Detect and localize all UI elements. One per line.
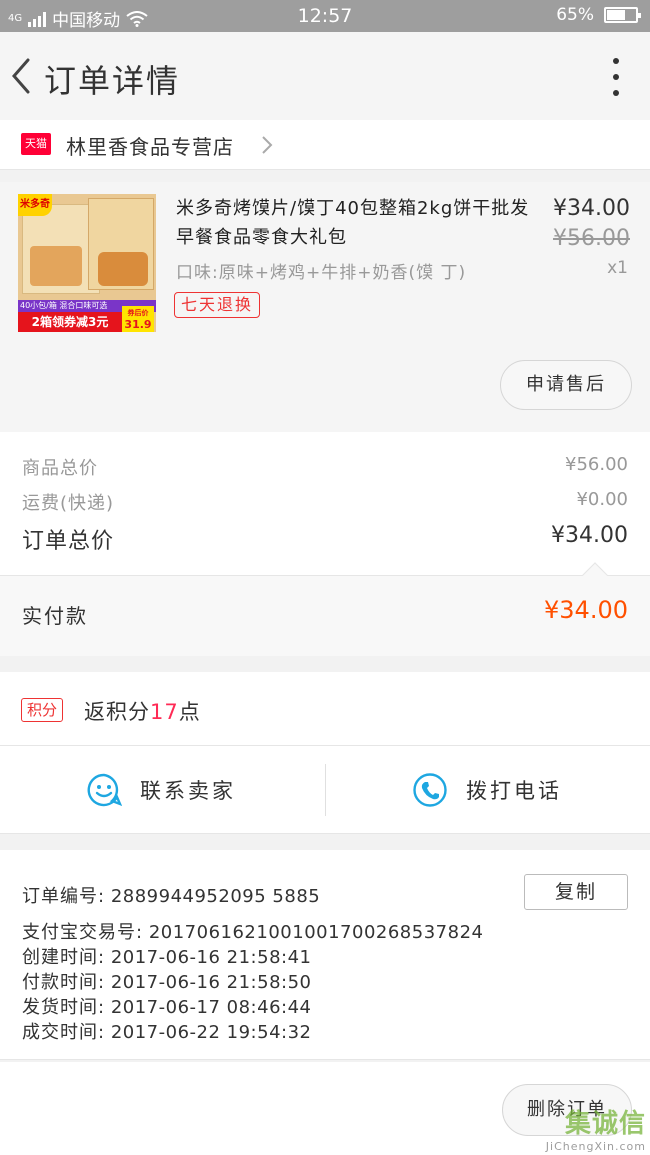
shipping-value: ¥0.00 (576, 489, 628, 510)
goods-total-label: 商品总价 (22, 458, 98, 479)
created-time-label: 创建时间: (22, 947, 106, 968)
rusk-graphic (30, 246, 82, 286)
alipay-trade-value: 2017061621001001700268537824 (148, 922, 484, 943)
completed-time-label: 成交时间: (22, 1022, 106, 1043)
product-quantity: x1 (607, 258, 628, 278)
contact-bar: 联系卖家 拨打电话 (0, 746, 650, 834)
chat-smile-icon (87, 773, 122, 807)
completed-time-value: 2017-06-22 19:54:32 (110, 1022, 312, 1043)
completed-time-row: 成交时间: 2017-06-22 19:54:32 (22, 1018, 311, 1044)
contact-seller-label: 联系卖家 (140, 779, 236, 803)
alipay-trade-row: 支付宝交易号: 2017061621001001700268537824 (22, 918, 483, 944)
footer-bar: 删除订单 集诚信 JiChengXin.com (0, 1062, 650, 1155)
phone-icon (413, 773, 447, 807)
created-time-value: 2017-06-16 21:58:41 (110, 947, 312, 968)
order-total-row: 订单总价 ¥34.00 (22, 523, 628, 555)
order-total-value: ¥34.00 (551, 523, 628, 548)
image-promo-text: 2箱领券减3元 (18, 312, 122, 332)
alipay-trade-label: 支付宝交易号: (22, 922, 144, 943)
order-number-row: 订单编号: 2889944952095 5885 (22, 882, 320, 908)
status-bar: 4G 中国移动 12:57 65% (0, 0, 650, 32)
paid-label: 实付款 (22, 604, 88, 628)
points-value: 17 (150, 700, 179, 724)
shipped-time-label: 发货时间: (22, 997, 106, 1018)
watermark: 集诚信 JiChengXin.com (546, 1103, 646, 1153)
battery-percent: 65% (556, 5, 594, 25)
goods-total-value: ¥56.00 (565, 454, 628, 475)
paid-value: ¥34.00 (544, 596, 628, 624)
rusk-graphic-2 (98, 252, 148, 286)
battery-level (607, 10, 626, 20)
contact-seller-button[interactable]: 联系卖家 (86, 746, 236, 834)
brand-badge: 米多奇 (18, 194, 52, 216)
shipping-label: 运费(快递) (22, 493, 115, 514)
contact-divider (325, 764, 326, 816)
image-price-tag: 券后价 31.9 (122, 306, 154, 332)
order-info: 订单编号: 2889944952095 5885 复制 支付宝交易号: 2017… (0, 850, 650, 1060)
shipped-time-row: 发货时间: 2017-06-17 08:46:44 (22, 993, 311, 1019)
chevron-right-icon[interactable] (258, 132, 276, 158)
shop-name[interactable]: 林里香食品专营店 (66, 131, 234, 160)
order-number-value: 2889944952095 5885 (110, 886, 321, 907)
chevron-left-icon[interactable] (6, 54, 36, 98)
shipping-row: 运费(快递) ¥0.00 (22, 489, 628, 515)
copy-button[interactable]: 复制 (524, 874, 628, 910)
points-badge: 积分 (21, 698, 64, 722)
price-summary: 商品总价 ¥56.00 运费(快递) ¥0.00 订单总价 ¥34.00 实付款… (0, 432, 650, 656)
paid-time-label: 付款时间: (22, 972, 106, 993)
product-image[interactable]: 米多奇 40小包/箱 混合口味可选 2箱领券减3元 券后价 31.9 (18, 194, 156, 332)
points-suffix: 点 (178, 700, 201, 724)
more-vertical-icon[interactable] (608, 58, 624, 96)
watermark-title: 集诚信 (564, 1109, 646, 1139)
goods-total-row: 商品总价 ¥56.00 (22, 454, 628, 480)
shop-row[interactable]: 天猫 林里香食品专营店 (0, 120, 650, 170)
call-phone-button[interactable]: 拨打电话 (412, 746, 562, 834)
clock: 12:57 (297, 5, 353, 27)
watermark-url: JiChengXin.com (545, 1140, 646, 1153)
paid-row: 实付款 ¥34.00 (0, 562, 650, 656)
product-item[interactable]: 米多奇 40小包/箱 混合口味可选 2箱领券减3元 券后价 31.9 米多奇烤馍… (0, 182, 650, 432)
product-title[interactable]: 米多奇烤馍片/馍丁40包整箱2kg饼干批发早餐食品零食大礼包 (176, 194, 530, 252)
notch-divider (582, 562, 608, 588)
product-price: ¥34.00 (553, 196, 630, 221)
after-sale-button[interactable]: 申请售后 (500, 360, 632, 410)
page-title: 订单详情 (44, 62, 181, 100)
created-time-row: 创建时间: 2017-06-16 21:58:41 (22, 943, 311, 969)
paid-time-row: 付款时间: 2017-06-16 21:58:50 (22, 968, 311, 994)
points-prefix: 返积分 (84, 700, 150, 724)
product-original-price: ¥56.00 (553, 226, 630, 251)
order-total-label: 订单总价 (22, 529, 115, 554)
call-phone-label: 拨打电话 (466, 779, 562, 803)
product-spec: 口味:原味+烤鸡+牛排+奶香(馍 丁) (176, 263, 467, 283)
tmall-badge: 天猫 (21, 133, 51, 155)
points-text: 返积分17点 (84, 696, 201, 726)
paid-time-value: 2017-06-16 21:58:50 (110, 972, 312, 993)
status-right: 65% (556, 5, 641, 25)
order-number-label: 订单编号: (22, 886, 106, 907)
image-price-value: 31.9 (124, 318, 152, 331)
shipped-time-value: 2017-06-17 08:46:44 (110, 997, 312, 1018)
points-row: 积分 返积分17点 (0, 672, 650, 746)
seven-day-return-tag: 七天退换 (174, 292, 261, 318)
battery-icon (604, 7, 641, 23)
nav-bar: 订单详情 (0, 32, 650, 120)
